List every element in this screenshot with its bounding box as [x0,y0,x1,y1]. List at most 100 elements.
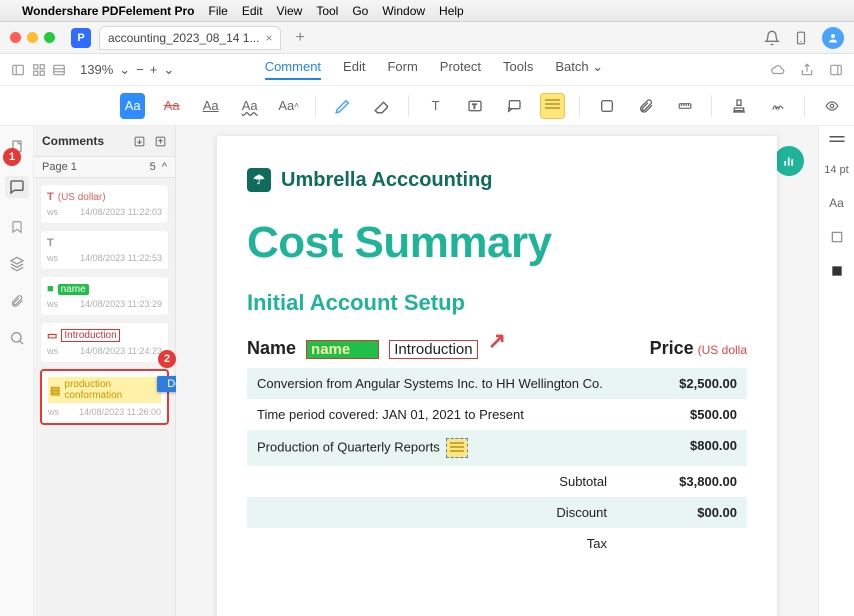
app-icon: P [71,28,91,48]
separator [711,95,712,117]
list-view-icon[interactable] [52,63,66,77]
callout-tool[interactable] [501,93,526,119]
export-comments-icon[interactable] [154,135,167,148]
import-comments-icon[interactable] [133,135,146,148]
measure-tool[interactable] [672,93,697,119]
bookmarks-icon[interactable] [10,218,24,236]
app-name[interactable]: Wondershare PDFelement Pro [22,4,195,18]
textbox-tool[interactable]: T [462,93,487,119]
visibility-tool[interactable] [819,93,844,119]
menu-window[interactable]: Window [382,4,425,18]
highlight-annotation[interactable]: name [306,340,379,359]
cloud-icon[interactable] [770,63,786,77]
comment-time: 14/08/2023 11:24:23 [80,346,162,356]
text-annot-icon: T [47,191,54,203]
tab-comment[interactable]: Comment [265,59,321,80]
maximize-window[interactable] [44,32,55,43]
layers-icon[interactable] [8,256,26,272]
grid-view-icon[interactable] [32,63,46,77]
share-icon[interactable] [800,63,814,77]
ai-fab-button[interactable] [774,146,804,176]
close-window[interactable] [10,32,21,43]
eraser-tool[interactable] [369,93,394,119]
subtotal-row: Subtotal$3,800.00 [247,466,747,497]
separator [315,95,316,117]
filled-square-icon[interactable] [830,264,844,278]
minimize-window[interactable] [27,32,38,43]
zoom-out-button[interactable]: − [136,62,144,77]
panel-toggle-icon[interactable] [828,63,844,77]
comment-time: 14/08/2023 11:23:29 [80,299,162,309]
pencil-tool[interactable] [330,93,355,119]
zoom-menu-icon[interactable]: ⌄ [163,62,174,78]
comment-item[interactable]: ■name ws14/08/2023 11:23:29 [40,276,169,316]
shape-tool[interactable] [594,93,619,119]
tab-edit[interactable]: Edit [343,59,365,80]
document-tab[interactable]: accounting_2023_08_14 1... × [99,26,281,50]
zoom-in-button[interactable]: + [150,62,158,77]
menu-file[interactable]: File [209,4,228,18]
attachment-tool[interactable] [633,93,658,119]
comment-user: ws [47,299,58,309]
strikethrough-tool[interactable]: Aa [159,93,184,119]
new-tab-button[interactable]: + [295,29,304,47]
left-rail [0,126,34,616]
menu-edit[interactable]: Edit [242,4,263,18]
pdf-page: ☂ Umbrella Acccounting Cost Summary Init… [217,136,777,616]
bell-icon[interactable] [764,30,780,46]
text-tool[interactable]: T [423,93,448,119]
signature-tool[interactable] [765,93,790,119]
tab-form[interactable]: Form [387,59,417,80]
properties-icon[interactable] [828,134,846,144]
text-annotation[interactable]: (US dolla [698,343,747,357]
underline-tool[interactable]: Aa [198,93,223,119]
comment-user: ws [47,253,58,263]
zoom-dropdown-icon[interactable]: ⌄ [119,62,130,78]
tab-batch[interactable]: Batch ⌄ [555,59,603,80]
comment-item[interactable]: T ws14/08/2023 11:22:53 [40,230,169,270]
comment-item[interactable]: T(US dollar) ws14/08/2023 11:22:03 [40,184,169,224]
comment-item[interactable]: ▭Introduction ws14/08/2023 11:24:23 [40,322,169,363]
zoom-control: 139% ⌄ − + ⌄ [80,62,174,78]
table-row: Conversion from Angular Systems Inc. to … [247,368,747,399]
user-avatar[interactable] [822,27,844,49]
sidebar-toggle-icon[interactable] [10,63,26,77]
font-style-button[interactable]: Aa [829,196,844,210]
section-heading: Initial Account Setup [247,290,747,316]
squiggly-tool[interactable]: Aa [237,93,262,119]
comment-label: production conformation [64,379,159,401]
close-tab-icon[interactable]: × [265,31,272,45]
brand-header: ☂ Umbrella Acccounting [247,168,747,192]
outline-square-icon[interactable] [830,230,844,244]
menu-go[interactable]: Go [352,4,368,18]
mobile-icon[interactable] [794,30,808,46]
zoom-value[interactable]: 139% [80,62,113,77]
attachments-icon[interactable] [10,292,24,310]
col-price: Price [650,338,694,359]
stamp-tool[interactable] [726,93,751,119]
box-annotation[interactable]: Introduction [389,340,477,359]
col-name: Name [247,338,296,359]
menu-help[interactable]: Help [439,4,464,18]
comment-item-selected[interactable]: ▤production conformation ws14/08/2023 11… [40,369,169,425]
arrow-annotation[interactable]: ↗ [488,328,506,354]
comments-icon[interactable] [5,176,29,198]
menu-view[interactable]: View [277,4,303,18]
right-rail: 14 pt Aa [818,126,854,616]
caret-tool[interactable]: Aa˄ [276,93,301,119]
search-icon[interactable] [9,330,25,346]
tab-protect[interactable]: Protect [440,59,481,80]
row-value: $500.00 [627,407,737,422]
tab-tools[interactable]: Tools [503,59,533,80]
page-label: Page 1 [42,161,77,173]
sticky-note-annotation[interactable] [446,438,468,458]
menu-tool[interactable]: Tool [316,4,338,18]
mac-menubar: Wondershare PDFelement Pro File Edit Vie… [0,0,854,22]
font-size-value[interactable]: 14 pt [824,164,848,176]
comment-user: ws [47,207,58,217]
comments-page-header[interactable]: Page 1 5 ^ [34,156,175,178]
document-viewport[interactable]: ☂ Umbrella Acccounting Cost Summary Init… [176,126,818,616]
sticky-note-tool[interactable] [540,93,565,119]
highlight-tool[interactable]: Aa [120,93,145,119]
tab-title: accounting_2023_08_14 1... [108,31,259,45]
